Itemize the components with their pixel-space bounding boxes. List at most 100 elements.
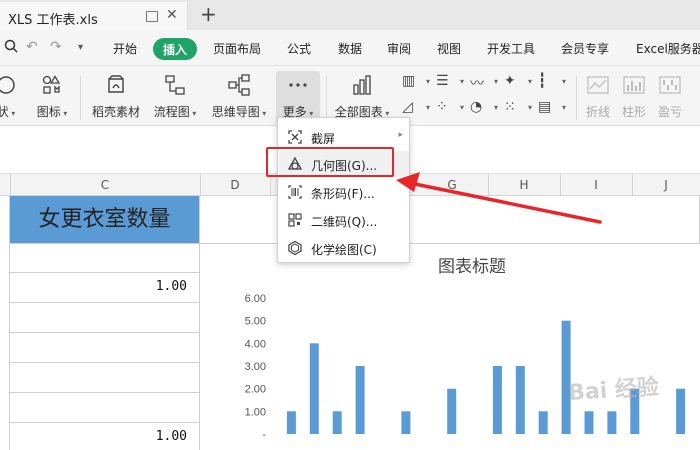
bubble-chart-icon[interactable]: ⁙ [504,99,534,119]
close-icon[interactable]: ✕ [166,7,178,23]
qrcode-icon [288,213,302,227]
radar-chart-icon[interactable]: ✦ [504,73,534,93]
ribbon-more-button[interactable]: 更多 [276,71,320,123]
sparkline-winloss-icon [659,76,681,94]
document-tab-title: XLS 工作表.xls [8,13,98,28]
ribbon-sparkline-winloss-label: 盈亏 [657,105,682,119]
ribbon-shape-button[interactable]: 状 [0,71,18,123]
menu-member[interactable]: 会员专享 [561,40,609,57]
chart-bar[interactable] [309,343,319,434]
y-axis-tick-label: 2.00 [245,384,266,396]
ribbon-mindmap-button[interactable]: 思维导图 [208,71,270,123]
ribbon-sparkline-line-button[interactable]: 折线 [582,71,614,123]
mindmap-icon [228,74,250,96]
menu-view[interactable]: 视图 [437,40,461,57]
column-chart-icon[interactable]: ▥ [402,73,432,93]
chart-bar[interactable] [584,411,594,434]
table-cell[interactable] [10,393,200,423]
bar-chart-icon[interactable]: ☰ [436,73,466,93]
annotation-arrow [396,172,602,224]
menu-formulas[interactable]: 公式 [287,40,311,57]
chart-bar[interactable] [492,366,502,434]
stock-chart-icon[interactable]: ┇ [538,73,568,93]
pin-icon[interactable] [146,11,158,22]
table-cell[interactable] [10,363,200,393]
chart-canvas: 图表标题 6.00 5.00 4.00 3.00 2.00 1.00 - [245,257,686,441]
chart-bar[interactable] [538,411,548,434]
ribbon-shape-label: 状 [0,103,18,120]
menu-review[interactable]: 审阅 [387,40,411,57]
scatter-chart-icon[interactable]: ⁘ [436,99,466,119]
y-axis-tick-label: 3.00 [245,361,266,373]
ribbon-sparkline-winloss-button[interactable]: 盈亏 [654,71,686,123]
table-cell[interactable] [10,333,200,363]
ribbon-mindmap-label: 思维导图 [208,103,270,120]
y-axis-tick-label: - [262,429,266,441]
y-axis-tick-label: 4.00 [245,338,266,350]
chart-bar[interactable] [401,411,411,434]
title-bar: XLS 工作表.xls ✕ + [0,0,700,30]
y-axis-tick-label: 5.00 [245,316,266,328]
column-header-c[interactable]: C [10,178,200,192]
all-charts-icon [353,75,371,95]
docer-material-icon [108,75,124,93]
menu-developer[interactable]: 开发工具 [487,40,535,57]
menu-page-layout[interactable]: 页面布局 [213,40,261,57]
flowchart-icon [165,75,185,95]
ribbon-sparkline-column-label: 柱形 [621,105,646,119]
chart-bar[interactable] [676,388,686,434]
table-cell[interactable]: 1.00 [10,273,200,303]
annotation-highlight-box [266,147,394,177]
menu-bar: ↶ ↷ ▾ 开始 插入 页面布局 公式 数据 审阅 视图 开发工具 会员专享 E… [0,30,700,66]
ribbon-separator [326,76,327,120]
menu-insert[interactable]: 插入 [153,38,198,60]
column-header-d[interactable]: D [200,178,270,192]
chart-title[interactable]: 图表标题 [438,257,506,276]
ribbon-flowchart-button[interactable]: 流程图 [150,71,200,123]
table-cell[interactable]: 1.00 [10,423,200,450]
chart-bar[interactable] [607,411,617,434]
y-axis-tick-label: 6.00 [245,293,266,305]
table-cell[interactable] [10,244,200,273]
ribbon-icon-label: 图标 [34,103,70,120]
shape-icon [0,76,15,94]
chart-bar[interactable] [355,366,365,434]
chart-bar[interactable] [515,366,525,434]
new-tab-icon[interactable]: + [200,2,217,26]
ribbon-docer-material-button[interactable]: 稻壳素材 [88,71,144,123]
chemistry-icon [288,240,302,256]
chart-bar[interactable] [447,388,457,434]
ribbon-separator [576,76,577,120]
y-axis-tick-label: 1.00 [245,406,266,418]
menu-data[interactable]: 数据 [338,40,362,57]
combo-chart-icon[interactable]: ▤ [538,99,568,119]
chart-bar[interactable] [332,411,342,434]
column-header-j[interactable]: J [632,178,700,192]
barcode-icon [288,185,302,199]
sparkline-line-icon [587,76,609,94]
pie-chart-icon[interactable]: ◔ [470,99,500,119]
ribbon-all-charts-button[interactable]: 全部图表 [332,71,392,123]
icon-library-icon [42,75,61,94]
ribbon-sparkline-column-button[interactable]: 柱形 [618,71,650,123]
chart-bar[interactable] [286,411,296,434]
menu-item-label: 条形码(F)... [311,187,375,201]
line-chart-icon[interactable]: 〰 [470,73,500,93]
menu-home[interactable]: 开始 [113,40,137,57]
undo-icon[interactable]: ↶ [26,39,38,55]
chart[interactable]: 图表标题 6.00 5.00 4.00 3.00 2.00 1.00 - [236,246,700,450]
table-cell[interactable] [10,303,200,333]
quick-access-dropdown-icon[interactable]: ▾ [78,42,83,53]
menu-item-label: 截屏 [311,132,336,146]
ribbon-separator [80,76,81,120]
area-chart-icon[interactable]: ◿ [402,99,432,119]
ribbon-icon-button[interactable]: 图标 [34,71,70,123]
redo-icon[interactable]: ↷ [50,39,62,55]
menu-excel-server[interactable]: Excel服务器 [636,40,700,57]
chevron-right-icon: ▸ [398,130,403,140]
more-icon [289,83,307,87]
document-tab[interactable]: XLS 工作表.xls ✕ [0,2,188,30]
header-cell[interactable]: 女更衣室数量 [10,196,200,244]
menu-item-chemistry[interactable]: 化学绘图(C) [279,235,409,261]
search-icon[interactable] [4,39,18,57]
